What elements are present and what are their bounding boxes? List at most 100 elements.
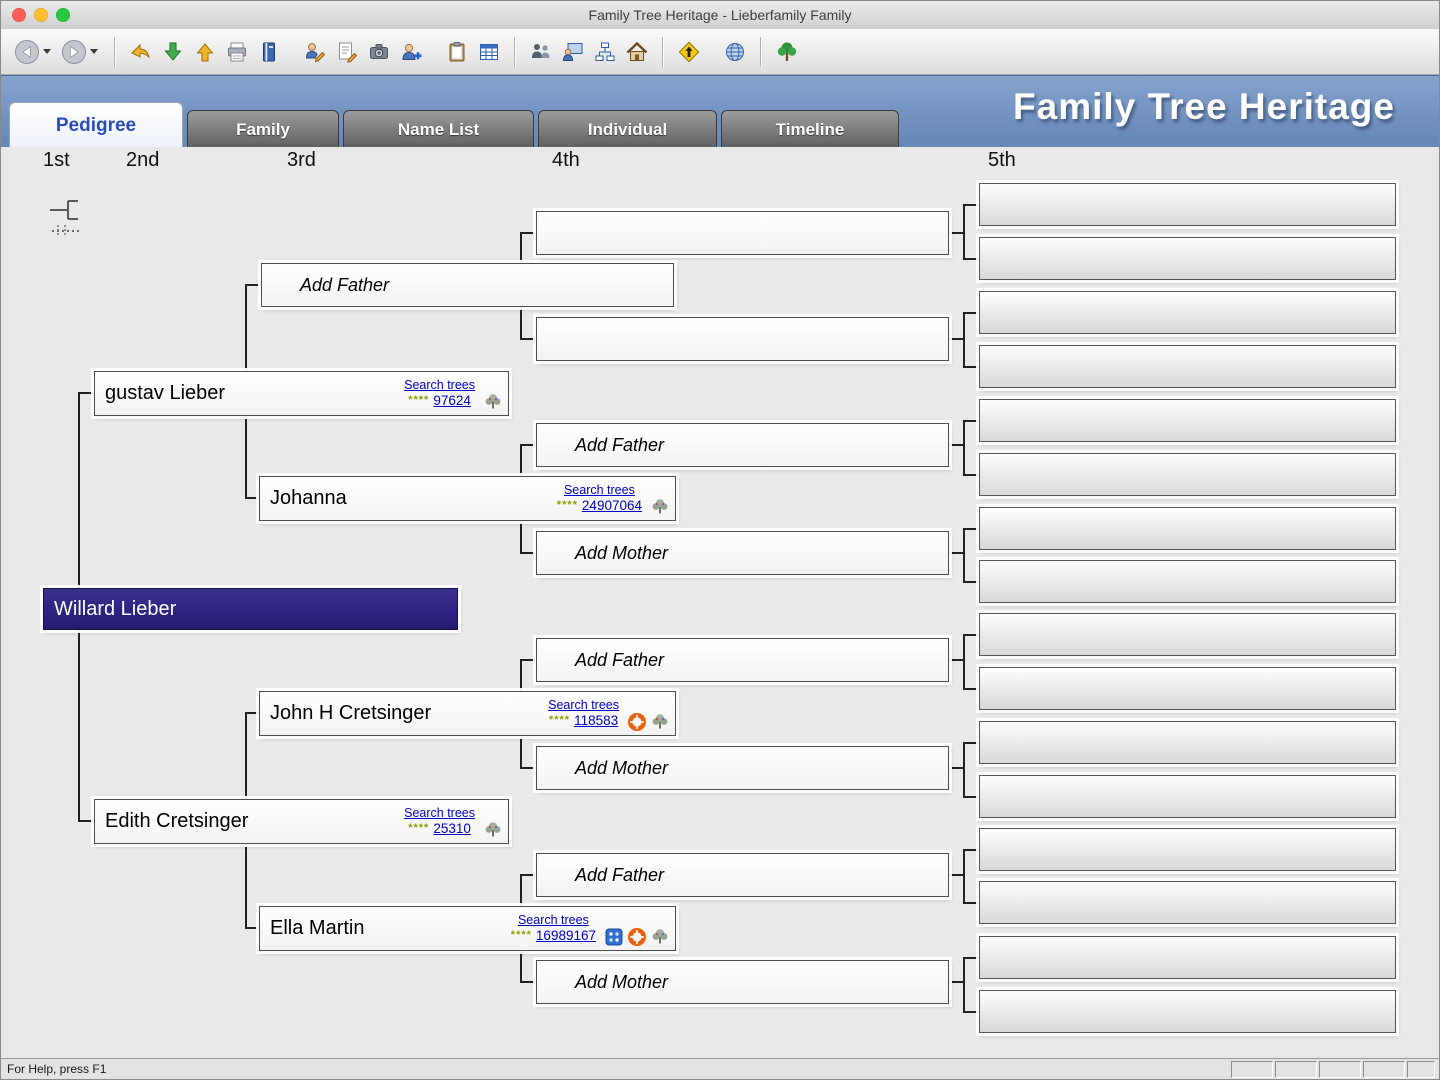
connector-line xyxy=(520,552,537,554)
person-box-gustav-lieber[interactable]: gustav Lieber Search trees **** 97624 xyxy=(94,371,509,416)
blue-app-icon[interactable] xyxy=(604,927,624,947)
match-id-link[interactable]: 24907064 xyxy=(582,498,642,514)
empty-ancestor-box[interactable] xyxy=(536,211,949,255)
connector-line xyxy=(949,874,964,876)
connector-line xyxy=(949,659,964,661)
connector-line xyxy=(78,820,94,822)
empty-ancestor-box[interactable] xyxy=(979,828,1396,871)
match-stars: **** xyxy=(408,394,429,407)
connector-line xyxy=(963,849,965,904)
add-mother-box[interactable]: Add Mother xyxy=(536,960,949,1004)
add-father-label: Add Father xyxy=(537,650,664,671)
add-mother-box[interactable]: Add Mother xyxy=(536,531,949,575)
connector-line xyxy=(963,420,965,476)
person-box-ella-martin[interactable]: Ella Martin Search trees **** 16989167 xyxy=(259,906,676,951)
statusbar-cell xyxy=(1231,1061,1273,1078)
connector-line xyxy=(963,957,980,959)
search-trees-link[interactable]: Search trees xyxy=(404,378,475,393)
search-trees-link[interactable]: Search trees xyxy=(404,806,475,821)
empty-ancestor-box[interactable] xyxy=(979,183,1396,226)
match-block: Search trees **** 97624 xyxy=(404,378,483,409)
connector-line xyxy=(963,688,980,690)
connector-line xyxy=(949,552,964,554)
person-box-willard-lieber[interactable]: Willard Lieber xyxy=(43,588,458,630)
empty-ancestor-box[interactable] xyxy=(979,990,1396,1033)
match-block: Search trees **** 16989167 xyxy=(511,913,604,944)
empty-ancestor-box[interactable] xyxy=(979,399,1396,442)
match-id-link[interactable]: 97624 xyxy=(433,393,471,409)
person-name: Willard Lieber xyxy=(44,598,176,621)
connector-line xyxy=(963,742,980,744)
empty-ancestor-box[interactable] xyxy=(979,881,1396,924)
connector-line xyxy=(245,284,262,286)
person-name: Ella Martin xyxy=(260,917,364,940)
tree-search-icon[interactable] xyxy=(483,392,503,412)
empty-ancestor-box[interactable] xyxy=(979,936,1396,979)
app-window: Family Tree Heritage - Lieberfamily Fami… xyxy=(0,0,1440,1080)
match-block: Search trees **** 25310 xyxy=(404,806,483,837)
match-id-link[interactable]: 16989167 xyxy=(536,928,596,944)
match-stars: **** xyxy=(408,822,429,835)
connector-line xyxy=(963,204,965,260)
add-father-box[interactable]: Add Father xyxy=(536,853,949,897)
search-trees-link[interactable]: Search trees xyxy=(511,913,596,928)
connector-line xyxy=(949,338,964,340)
connector-line xyxy=(520,874,537,876)
match-stars: **** xyxy=(549,714,570,727)
empty-ancestor-box[interactable] xyxy=(979,237,1396,280)
connector-line xyxy=(520,981,537,983)
connector-line xyxy=(520,232,537,234)
empty-ancestor-box[interactable] xyxy=(979,667,1396,710)
connector-line xyxy=(963,849,980,851)
match-id-link[interactable]: 118583 xyxy=(574,713,618,729)
empty-ancestor-box[interactable] xyxy=(979,345,1396,388)
connector-line xyxy=(949,981,964,983)
add-father-box[interactable]: Add Father xyxy=(536,638,949,682)
connector-line xyxy=(963,634,965,690)
connector-line xyxy=(245,927,260,929)
tree-search-icon[interactable] xyxy=(650,927,670,947)
empty-ancestor-box[interactable] xyxy=(979,507,1396,550)
connector-line xyxy=(949,767,964,769)
tree-search-icon[interactable] xyxy=(650,712,670,732)
person-name: Johanna xyxy=(260,487,347,510)
add-father-box[interactable]: Add Father xyxy=(536,423,949,467)
empty-ancestor-box[interactable] xyxy=(536,317,949,361)
empty-ancestor-box[interactable] xyxy=(979,613,1396,656)
empty-ancestor-box[interactable] xyxy=(979,775,1396,818)
person-box-edith-cretsinger[interactable]: Edith Cretsinger Search trees **** 25310 xyxy=(94,799,509,844)
match-block: Search trees **** 118583 xyxy=(548,698,627,729)
person-name: gustav Lieber xyxy=(95,382,225,405)
search-trees-link[interactable]: Search trees xyxy=(557,483,642,498)
generation-label-2: 2nd xyxy=(126,149,159,172)
add-mother-box[interactable]: Add Mother xyxy=(536,746,949,790)
match-id-link[interactable]: 25310 xyxy=(433,821,471,837)
statusbar-cell xyxy=(1407,1061,1435,1078)
empty-ancestor-box[interactable] xyxy=(979,453,1396,496)
person-name: John H Cretsinger xyxy=(260,702,431,725)
person-box-john-h-cretsinger[interactable]: John H Cretsinger Search trees **** 1185… xyxy=(259,691,676,736)
chart-nav-icon[interactable] xyxy=(46,193,102,244)
lifering-icon[interactable] xyxy=(627,712,647,732)
connector-line xyxy=(963,366,980,368)
connector-line xyxy=(963,312,980,314)
add-father-box[interactable]: Add Father xyxy=(261,263,674,307)
generation-label-5: 5th xyxy=(988,149,1016,172)
empty-ancestor-box[interactable] xyxy=(979,560,1396,603)
add-mother-label: Add Mother xyxy=(537,543,668,564)
connector-line xyxy=(963,420,980,422)
tree-search-icon[interactable] xyxy=(650,497,670,517)
connector-line xyxy=(949,232,964,234)
connector-line xyxy=(963,1011,980,1013)
connector-line xyxy=(520,338,537,340)
connector-line xyxy=(245,497,260,499)
person-box-johanna[interactable]: Johanna Search trees **** 24907064 xyxy=(259,476,676,521)
tree-search-icon[interactable] xyxy=(483,820,503,840)
statusbar-cell xyxy=(1319,1061,1361,1078)
connector-line xyxy=(963,957,965,1013)
lifering-icon[interactable] xyxy=(627,927,647,947)
add-father-label: Add Father xyxy=(537,865,664,886)
empty-ancestor-box[interactable] xyxy=(979,721,1396,764)
empty-ancestor-box[interactable] xyxy=(979,291,1396,334)
search-trees-link[interactable]: Search trees xyxy=(548,698,619,713)
